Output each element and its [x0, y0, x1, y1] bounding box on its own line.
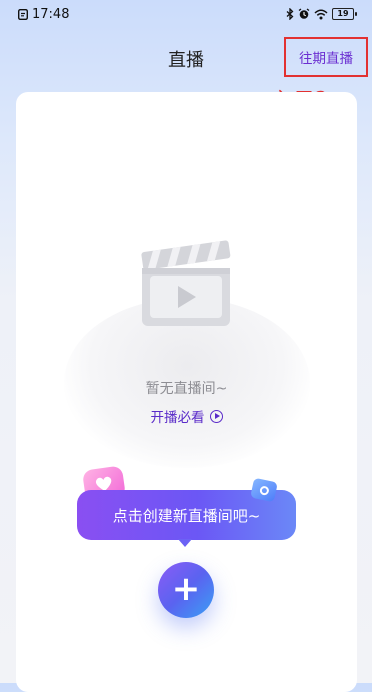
- create-room-hint-text: 点击创建新直播间吧~: [112, 506, 261, 525]
- plus-icon: +: [171, 568, 201, 609]
- create-live-room-button[interactable]: +: [158, 562, 214, 618]
- broadcast-guide-label: 开播必看: [150, 410, 205, 426]
- battery-icon: 19: [332, 8, 357, 20]
- status-left: 17:48: [18, 7, 69, 22]
- bluetooth-icon: [286, 8, 294, 20]
- broadcast-guide-link[interactable]: 开播必看: [16, 406, 357, 426]
- status-right: 19: [286, 8, 357, 20]
- hint-pointer: [178, 539, 192, 547]
- notification-icon: [18, 9, 28, 20]
- past-live-button[interactable]: 往期直播: [284, 37, 368, 77]
- play-circle-icon: [209, 409, 223, 423]
- clapperboard-icon: [141, 240, 231, 326]
- status-bar: 17:48 19: [0, 0, 372, 30]
- status-time: 17:48: [32, 7, 70, 22]
- empty-state-message: 暂无直播间~: [145, 381, 228, 397]
- alarm-icon: [298, 8, 310, 19]
- wifi-icon: [314, 9, 328, 19]
- live-room-card: 暂无直播间~ 开播必看 点击创建新直播间吧~ +: [16, 92, 357, 692]
